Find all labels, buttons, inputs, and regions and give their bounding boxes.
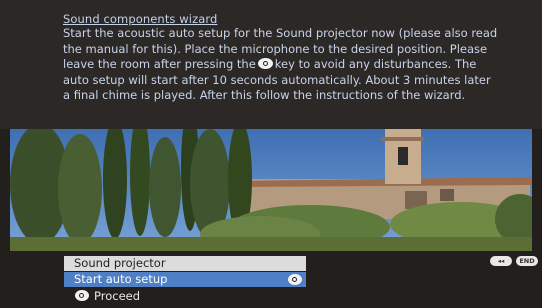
wizard-line-5: a final chime is played. After this foll… xyxy=(63,88,466,102)
ok-icon xyxy=(75,290,89,301)
wizard-line-1: Start the acoustic auto setup for the So… xyxy=(63,26,498,40)
background-photo xyxy=(10,129,532,251)
wizard-panel: Sound components wizard Start the acoust… xyxy=(0,0,542,129)
ok-icon xyxy=(288,274,302,285)
wizard-line-3: leave the room after pressing the key to … xyxy=(63,57,523,73)
proceed-hint: Proceed xyxy=(75,289,140,304)
wizard-title: Sound components wizard xyxy=(63,12,218,26)
wizard-line-3b: key to avoid any disturbances. The xyxy=(274,57,477,71)
proceed-label: Proceed xyxy=(94,289,141,303)
wizard-description: Start the acoustic auto setup for the So… xyxy=(63,26,523,104)
wizard-line-4: auto setup will start after 10 seconds a… xyxy=(63,72,491,87)
ok-icon xyxy=(257,58,273,69)
menu-item-label: Start auto setup xyxy=(74,272,168,286)
menu-header: Sound projector xyxy=(64,256,306,271)
end-button[interactable]: END xyxy=(516,256,538,266)
rewind-icon[interactable]: ◂◂ xyxy=(490,256,512,266)
wizard-line-3a: leave the room after pressing the xyxy=(63,57,256,71)
nav-buttons: ◂◂ END xyxy=(490,256,538,266)
wizard-line-2: the manual for this). Place the micropho… xyxy=(63,41,488,56)
start-auto-setup-item[interactable]: Start auto setup xyxy=(64,272,306,287)
